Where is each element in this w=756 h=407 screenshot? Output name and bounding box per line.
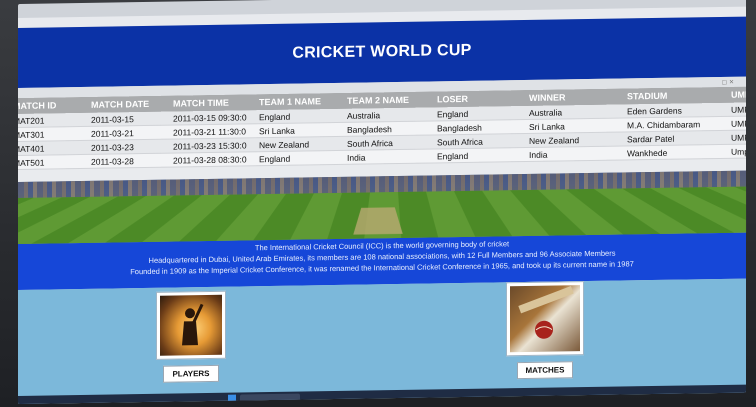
matches-card: MATCHES: [506, 281, 584, 380]
col-team2[interactable]: TEAM 2 NAME: [344, 91, 434, 109]
cell: Sri Lanka: [256, 122, 344, 138]
batsman-silhouette-icon: [160, 294, 222, 356]
page-title: CRICKET WORLD CUP: [292, 41, 472, 62]
cell: UMP8: [728, 130, 746, 145]
matches-table[interactable]: MATCH ID MATCH DATE MATCH TIME TEAM 1 NA…: [18, 86, 746, 183]
cell: MAT501: [18, 154, 88, 170]
col-match-date[interactable]: MATCH DATE: [88, 95, 170, 113]
cell: MAT401: [18, 140, 88, 156]
col-stadium[interactable]: STADIUM: [624, 86, 728, 105]
cell: New Zealand: [256, 136, 344, 152]
cell: 2011-03-23 15:30:0: [170, 137, 256, 154]
cell: England: [434, 147, 526, 163]
app-window: CRICKET WORLD CUP ▢ ✕ MATCH ID MATCH DAT…: [18, 0, 746, 405]
cricket-ball-bat-icon: [510, 285, 580, 353]
col-winner[interactable]: WINNER: [526, 88, 624, 107]
col-umpire[interactable]: UMPIRE: [728, 86, 746, 103]
cell: Bangladesh: [344, 120, 434, 137]
col-team1[interactable]: TEAM 1 NAME: [256, 92, 344, 111]
cell: 2011-03-21 11:30:0: [170, 123, 256, 140]
cell: 2011-03-15 09:30:0: [170, 110, 256, 126]
matches-thumbnail[interactable]: [506, 281, 584, 357]
cell: India: [344, 148, 434, 165]
cell: England: [256, 108, 344, 124]
cell: Sri Lanka: [526, 117, 624, 134]
navigation-panel: PLAYERS MATCHES: [18, 278, 746, 405]
window-controls-icon[interactable]: ▢ ✕: [722, 79, 734, 86]
cell: 2011-03-28 08:30:0: [170, 151, 256, 168]
cell: MAT201: [18, 112, 88, 128]
cell: 2011-03-23: [88, 139, 170, 155]
cell: MAT301: [18, 126, 88, 142]
col-match-id[interactable]: MATCH ID: [18, 96, 88, 115]
cell: Bangladesh: [434, 119, 526, 135]
stadium-banner-image: [18, 170, 746, 244]
cell: South Africa: [344, 134, 434, 151]
cricket-pitch: [353, 207, 403, 235]
cell: 2011-03-21: [88, 125, 170, 141]
cell: India: [526, 145, 624, 162]
players-card: PLAYERS: [156, 290, 226, 383]
cell: UMP7: [728, 116, 746, 131]
cell: South Africa: [434, 133, 526, 149]
players-thumbnail[interactable]: [156, 290, 226, 360]
cell: UMP4: [728, 102, 746, 117]
col-match-time[interactable]: MATCH TIME: [170, 94, 256, 112]
cell: 2011-03-15: [88, 111, 170, 127]
cell: Wankhede: [624, 144, 728, 160]
cell: 2011-03-28: [88, 153, 170, 169]
cell: Australia: [344, 107, 434, 123]
cell: New Zealand: [526, 131, 624, 148]
cell: England: [434, 106, 526, 121]
players-button[interactable]: PLAYERS: [163, 364, 219, 383]
matches-button[interactable]: MATCHES: [516, 361, 574, 380]
cell: Ump5: [728, 144, 746, 159]
cell: England: [256, 150, 344, 166]
col-loser[interactable]: LOSER: [434, 90, 526, 108]
